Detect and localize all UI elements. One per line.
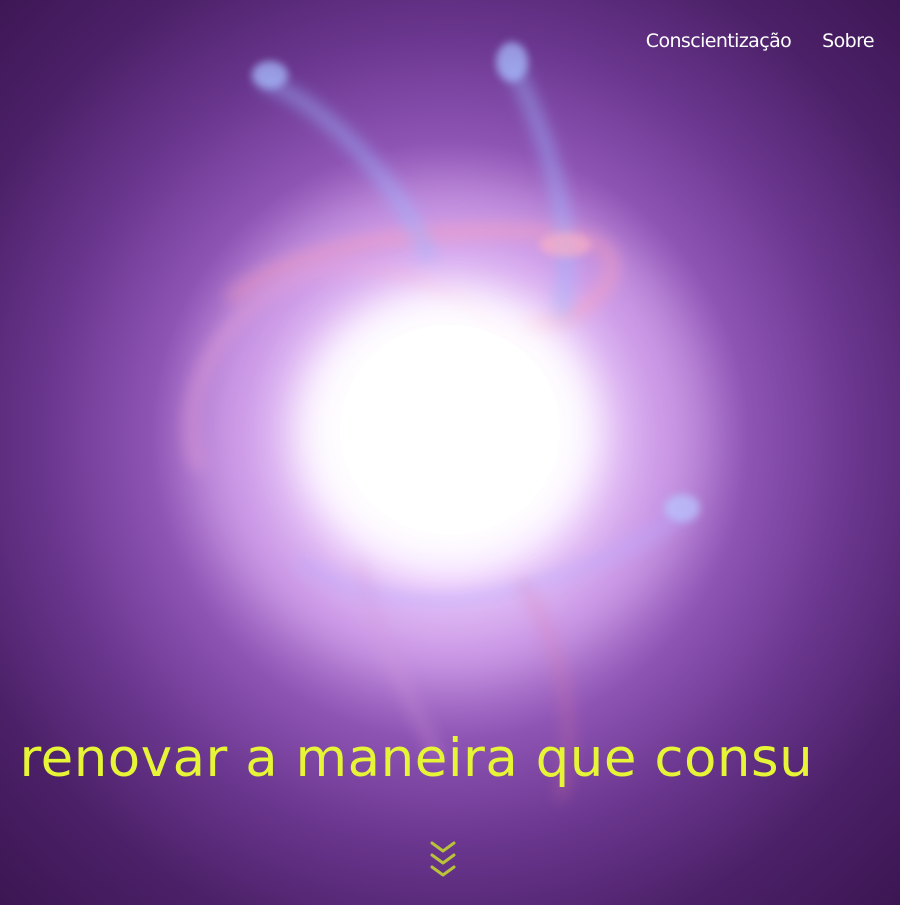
top-nav: Conscientização Sobre (646, 30, 875, 52)
hero-section: Conscientização Sobre s renovar a maneir… (0, 0, 900, 905)
nav-link-conscientizacao[interactable]: Conscientização (646, 30, 792, 52)
chevron-triple-down-icon (430, 841, 456, 877)
hero-marquee-text: s renovar a maneira que consu (0, 728, 814, 789)
scroll-down-button[interactable] (428, 840, 458, 880)
nav-link-sobre[interactable]: Sobre (822, 30, 874, 52)
hero-marquee: s renovar a maneira que consu (0, 724, 900, 794)
